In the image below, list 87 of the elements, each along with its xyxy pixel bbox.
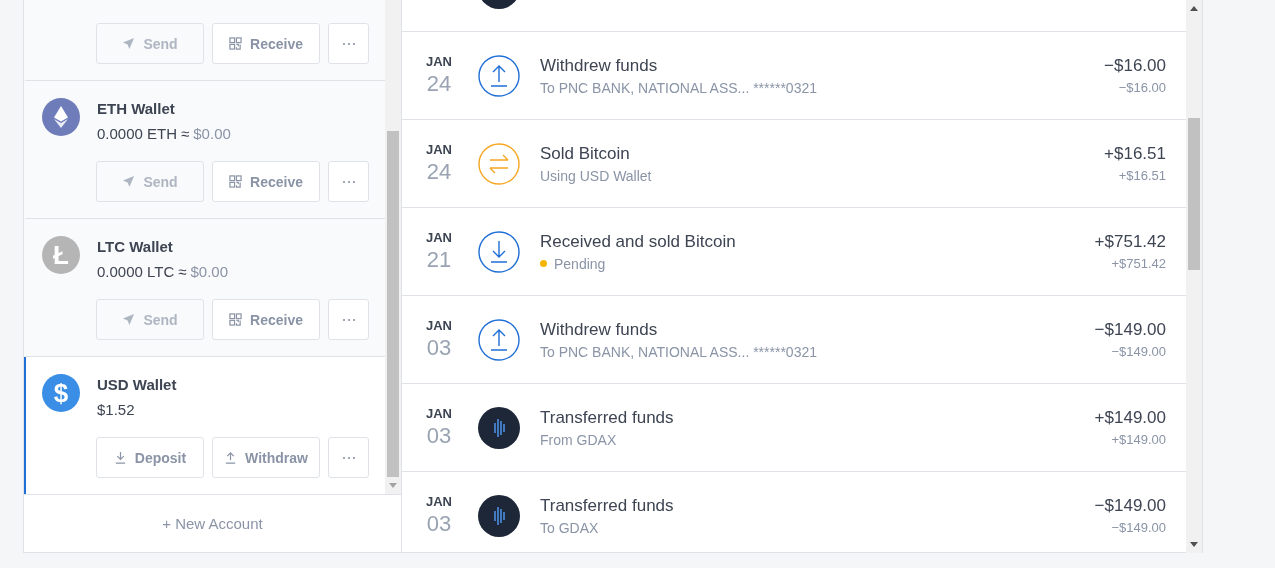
transaction-detail: From GDAX bbox=[540, 431, 617, 448]
date-day: 03 bbox=[423, 335, 455, 361]
transaction-title: Received and sold Bitcoin bbox=[540, 231, 737, 252]
transaction-amount: −$16.00 bbox=[1104, 56, 1166, 76]
transaction-title: Transferred funds bbox=[540, 495, 675, 516]
fiat-amount: −$149.00 bbox=[1110, 344, 1166, 359]
more-button[interactable] bbox=[328, 23, 369, 64]
upload-icon bbox=[478, 54, 520, 97]
download-icon bbox=[478, 230, 520, 273]
scroll-up-icon[interactable] bbox=[1190, 6, 1198, 11]
transaction-title: Transferred funds bbox=[540, 407, 675, 428]
fiat-amount: +$16.51 bbox=[1117, 168, 1166, 183]
more-icon bbox=[341, 41, 356, 46]
transaction-detail: To PNC BANK, NATIONAL ASS... ******0321 bbox=[540, 343, 817, 360]
transaction-row[interactable]: JAN 24 Sold Bitcoin Using USD Wallet +$16.51 +$16.51 bbox=[402, 120, 1186, 208]
receive-button[interactable]: Receive bbox=[212, 23, 320, 64]
coin-icon: $ bbox=[42, 374, 80, 412]
date-day: 24 bbox=[423, 159, 455, 185]
transaction-title: Sold Bitcoin bbox=[540, 143, 631, 164]
transaction-title: Withdrew funds bbox=[540, 55, 659, 76]
deposit-button[interactable]: Deposit bbox=[96, 437, 204, 478]
wallet-name: USD Wallet bbox=[97, 376, 177, 393]
wallet-name: LTC Wallet bbox=[97, 238, 174, 255]
scroll-down-icon[interactable] bbox=[1190, 542, 1198, 547]
fiat-amount: −$149.00 bbox=[1110, 520, 1166, 535]
qr-code-icon bbox=[229, 37, 243, 50]
date-month: JAN bbox=[425, 406, 453, 421]
wallet-balance: $1.52 bbox=[97, 401, 135, 418]
fiat-amount: +$149.00 bbox=[1110, 432, 1166, 447]
date-day: 24 bbox=[423, 71, 455, 97]
approx-sign: ≈ bbox=[178, 263, 187, 280]
swap-arrows-icon bbox=[478, 142, 520, 185]
date-month: JAN bbox=[425, 142, 453, 157]
download-icon bbox=[113, 451, 127, 464]
transaction-amount: +$16.51 bbox=[1104, 144, 1166, 164]
transaction-row[interactable]: JAN 03 Transferred funds To GDAX −$149.00 −$149.00 bbox=[402, 472, 1186, 553]
coin-icon: Ł bbox=[42, 236, 80, 274]
fiat-amount: −$16.00 bbox=[1117, 80, 1166, 95]
bars-icon bbox=[478, 406, 520, 449]
date-month: JAN bbox=[425, 230, 453, 245]
receive-button[interactable]: Receive bbox=[212, 299, 320, 340]
transaction-amount: +$149.00 bbox=[1094, 408, 1166, 428]
transaction-detail: To PNC BANK, NATIONAL ASS... ******0321 bbox=[540, 79, 817, 96]
paper-plane-icon bbox=[122, 313, 136, 326]
bars-icon bbox=[478, 494, 520, 537]
paper-plane-icon bbox=[122, 175, 136, 188]
transaction-amount: +$751.42 bbox=[1094, 232, 1166, 252]
scrollbar[interactable] bbox=[385, 0, 401, 495]
date-day: 03 bbox=[423, 511, 455, 537]
date-day: 03 bbox=[423, 423, 455, 449]
more-button[interactable] bbox=[328, 161, 369, 202]
date-month: JAN bbox=[425, 494, 453, 509]
transaction-detail: To GDAX bbox=[540, 519, 599, 536]
scrollbar-thumb[interactable] bbox=[387, 131, 399, 478]
wallet-name: ETH Wallet bbox=[97, 100, 176, 117]
transaction-detail: Pending bbox=[554, 255, 606, 272]
approx-sign: ≈ bbox=[181, 125, 190, 142]
transaction-detail: Using USD Wallet bbox=[540, 167, 652, 184]
wallet-balance: 0.0000 LTC bbox=[97, 263, 175, 280]
more-button[interactable] bbox=[328, 299, 369, 340]
qr-code-icon bbox=[229, 313, 243, 326]
paper-plane-icon bbox=[122, 37, 136, 50]
qr-code-icon bbox=[229, 175, 243, 188]
date-month: JAN bbox=[425, 318, 453, 333]
transaction-title: Withdrew funds bbox=[540, 319, 659, 340]
more-button[interactable] bbox=[328, 437, 369, 478]
date-month: JAN bbox=[425, 54, 453, 69]
transaction-row[interactable]: JAN 03 Withdrew funds To PNC BANK, NATIONAL ASS... ******0321 −$149.00 −$149.00 bbox=[402, 296, 1186, 384]
upload-icon bbox=[478, 318, 520, 361]
more-icon bbox=[341, 179, 356, 184]
fiat-balance: $0.00 bbox=[190, 263, 229, 280]
fiat-amount: +$751.42 bbox=[1110, 256, 1166, 271]
transaction-amount: −$149.00 bbox=[1094, 496, 1166, 516]
scrollbar[interactable] bbox=[1186, 0, 1202, 553]
receive-button[interactable]: Receive bbox=[212, 161, 320, 202]
upload-icon bbox=[224, 451, 238, 464]
wallet-balance: 0.0000 ETH bbox=[97, 125, 178, 142]
withdraw-button[interactable]: Withdraw bbox=[212, 437, 320, 478]
date-day: 21 bbox=[423, 247, 455, 273]
more-icon bbox=[341, 317, 356, 322]
scrollbar-thumb[interactable] bbox=[1188, 118, 1200, 270]
transaction-row[interactable]: JAN 24 Withdrew funds To PNC BANK, NATIONAL ASS... ******0321 −$16.00 −$16.00 bbox=[402, 32, 1186, 120]
more-icon bbox=[341, 455, 356, 460]
transaction-row[interactable]: JAN 03 Transferred funds From GDAX +$149.00 +$149.00 bbox=[402, 384, 1186, 472]
transaction-row[interactable]: JAN 21 Received and sold Bitcoin Pending +$751.42 +$751.42 bbox=[402, 208, 1186, 296]
transaction-amount: −$149.00 bbox=[1094, 320, 1166, 340]
fiat-balance: $0.00 bbox=[193, 125, 231, 142]
